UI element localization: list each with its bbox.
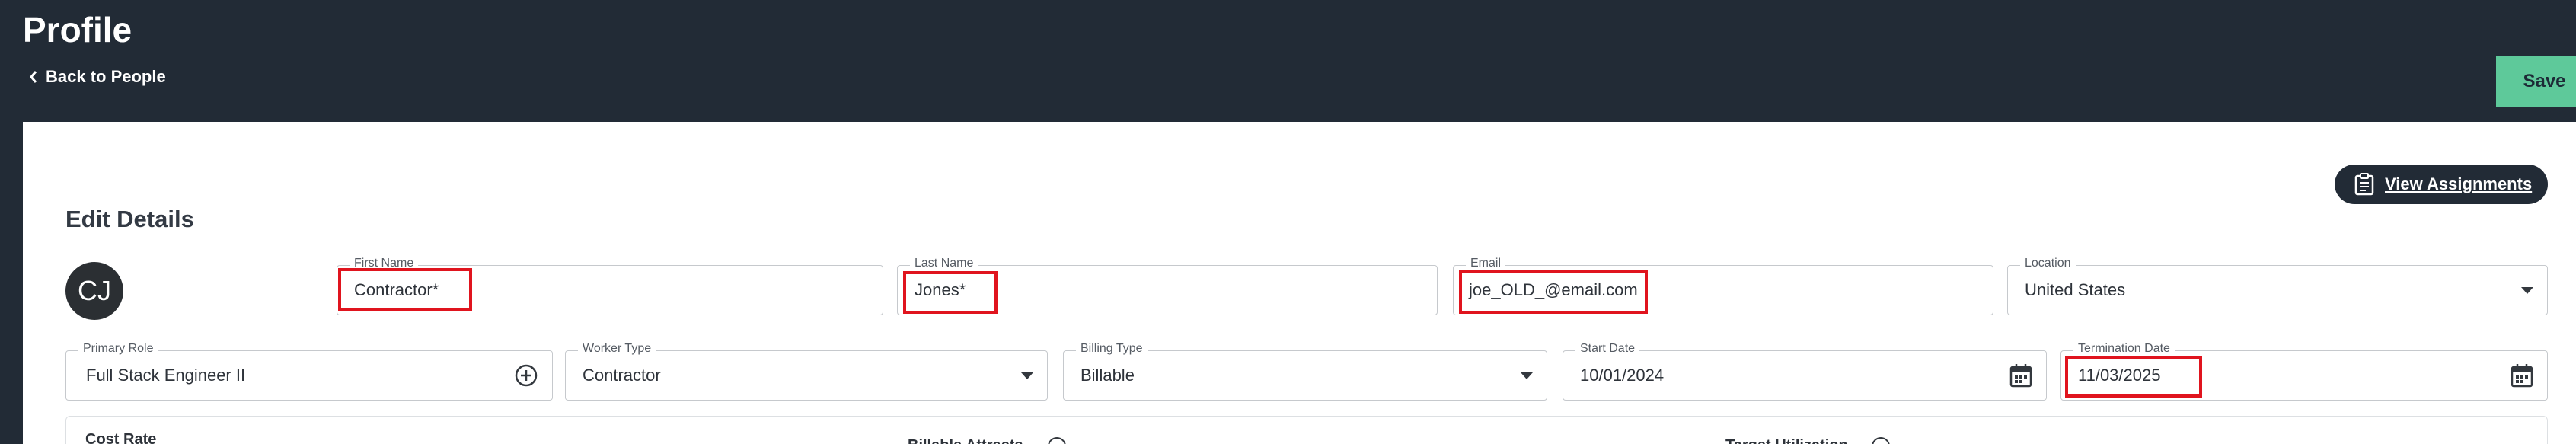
worker-type-value: Contractor — [583, 366, 661, 385]
section-title: Edit Details — [65, 206, 194, 232]
worker-type-select[interactable]: Worker Type Contractor — [565, 342, 1048, 401]
caret-down-icon — [1021, 372, 1033, 379]
save-button[interactable]: Save — [2496, 56, 2576, 107]
top-header: Profile Back to People Save — [0, 0, 2576, 122]
start-date-value: 10/01/2024 — [1580, 366, 1665, 385]
rates-card — [65, 416, 2548, 444]
first-name-highlight — [338, 268, 472, 311]
view-assignments-label: View Assignments — [2385, 174, 2533, 193]
caret-down-icon — [2521, 286, 2533, 294]
primary-role-value: Full Stack Engineer II — [86, 366, 246, 385]
target-utilization-label: Target Utilization — [1725, 437, 1848, 444]
last-name-highlight — [903, 271, 998, 314]
calendar-icon[interactable] — [2511, 363, 2533, 388]
termination-date-highlight — [2065, 356, 2202, 398]
clipboard-icon — [2354, 173, 2374, 196]
calendar-icon[interactable] — [2009, 363, 2032, 388]
caret-down-icon — [1521, 372, 1533, 379]
back-to-people-link[interactable]: Back to People — [29, 67, 166, 87]
chevron-left-icon — [30, 71, 37, 83]
add-circle-icon[interactable] — [514, 363, 538, 388]
back-link-label: Back to People — [46, 67, 166, 86]
avatar: CJ — [65, 262, 123, 320]
billing-type-value: Billable — [1081, 366, 1135, 385]
view-assignments-button[interactable]: View Assignments — [2335, 165, 2548, 204]
primary-role-field[interactable]: Primary Role Full Stack Engineer II — [65, 342, 553, 401]
page-title: Profile — [23, 10, 132, 50]
start-date-field[interactable]: Start Date 10/01/2024 — [1563, 342, 2047, 401]
location-value: United States — [2025, 280, 2126, 299]
location-select[interactable]: Location United States — [2007, 257, 2548, 315]
billable-attracts-label: Billable Attracts — [908, 437, 1023, 444]
cost-rate-label: Cost Rate — [85, 431, 157, 444]
billing-type-select[interactable]: Billing Type Billable — [1063, 342, 1547, 401]
email-highlight — [1459, 270, 1648, 314]
